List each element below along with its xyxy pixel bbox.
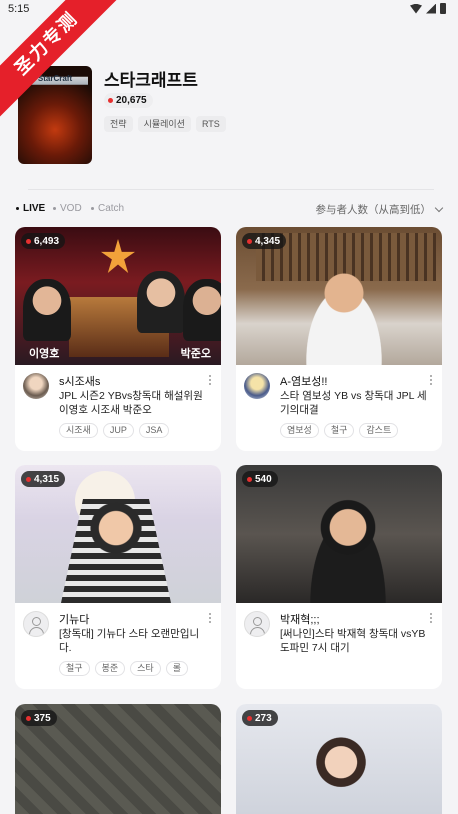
stream-title[interactable]: JPL 시즌2 YBvs창독대 해설위원 이영호 시조새 박준오 — [59, 389, 209, 417]
live-dot-icon — [247, 238, 252, 244]
game-tag[interactable]: 시뮬레이션 — [137, 116, 191, 132]
streamer-figure — [300, 495, 396, 603]
stream-title[interactable]: [써나인]스타 박재혁 창독대 vsYB 도파민 7시 대기 — [280, 627, 430, 655]
status-time: 5:15 — [8, 3, 30, 15]
default-avatar-icon[interactable] — [23, 611, 49, 637]
streamer-name[interactable]: s시조새s — [59, 373, 100, 389]
caster-figure — [137, 271, 185, 333]
sort-dropdown[interactable]: 参与者人数（从高到低） — [315, 202, 444, 217]
tab-dot-icon — [91, 207, 94, 210]
caster-name-right: 박준오 — [180, 348, 211, 360]
signal-icon — [426, 3, 436, 14]
stream-tag[interactable]: 봉준 — [94, 661, 126, 676]
streamer-figure — [296, 269, 392, 365]
live-dot-icon — [247, 715, 252, 721]
tab-live[interactable]: LIVE — [16, 203, 45, 214]
tab-catch[interactable]: Catch — [91, 203, 124, 214]
stream-tag[interactable]: 철구 — [59, 661, 90, 676]
tab-catch-label: Catch — [98, 203, 125, 214]
total-viewers-badge: 20,675 — [104, 93, 153, 108]
game-title: 스타크래프트 — [104, 71, 198, 90]
battery-icon — [440, 3, 446, 14]
stream-tag[interactable]: 감스트 — [359, 423, 399, 438]
caster-figure — [183, 279, 221, 341]
viewer-badge: 375 — [21, 710, 57, 726]
stream-card[interactable]: 4,345 A-염보성!! 스타 염보성 YB vs 창독대 JPL 세기의대결… — [236, 227, 442, 451]
wifi-icon — [410, 3, 422, 14]
sort-label: 参与者人数（从高到低） — [315, 204, 432, 216]
stream-thumbnail[interactable]: 4,315 — [15, 465, 221, 603]
stream-tag[interactable]: 철구 — [323, 423, 355, 438]
stream-card[interactable]: 375 — [15, 704, 221, 814]
stream-tag[interactable]: 스타 — [130, 661, 161, 676]
caster-name-left: 이영호 — [29, 348, 60, 360]
streamer-avatar[interactable] — [244, 373, 270, 399]
status-icons — [410, 3, 446, 14]
star-graphic — [101, 239, 135, 273]
viewer-count: 375 — [34, 712, 51, 724]
viewer-badge: 6,493 — [21, 233, 66, 249]
game-tag[interactable]: 전략 — [104, 116, 133, 132]
viewer-badge: 540 — [242, 471, 278, 487]
more-options-icon[interactable] — [430, 613, 433, 625]
stream-thumbnail[interactable]: 540 — [236, 465, 442, 603]
viewer-count: 4,315 — [34, 473, 60, 485]
stream-card[interactable]: 540 박재혁;;; [써나인]스타 박재혁 창독대 vsYB 도파민 7시 대… — [236, 465, 442, 689]
more-options-icon[interactable] — [209, 613, 212, 625]
game-header: StarCraft 스타크래프트 20,675 전략 시뮬레이션 RTS — [18, 66, 438, 166]
stream-title[interactable]: 스타 염보성 YB vs 창독대 JPL 세기의대결 — [280, 389, 430, 417]
tab-dot-icon — [53, 207, 56, 210]
stream-title[interactable]: [창독대] 기뉴다 스타 오랜만입니다. — [59, 627, 209, 655]
stream-thumbnail[interactable]: 375 — [15, 704, 221, 814]
stream-tag[interactable]: 시조새 — [59, 423, 98, 438]
stream-tag[interactable]: JSA — [138, 423, 170, 438]
stream-tag[interactable]: JUP — [102, 423, 134, 438]
streamer-avatar[interactable] — [23, 373, 49, 399]
streamer-name[interactable]: 박재혁;;; — [280, 611, 320, 627]
viewer-count: 6,493 — [34, 235, 60, 247]
game-tags: 전략 시뮬레이션 RTS — [104, 116, 226, 132]
viewer-badge: 4,345 — [242, 233, 287, 249]
tab-vod-label: VOD — [60, 203, 82, 214]
live-dot-icon — [26, 715, 31, 721]
viewer-count: 540 — [255, 473, 272, 485]
divider — [28, 189, 434, 190]
live-dot-icon — [247, 476, 252, 482]
chevron-down-icon — [434, 203, 444, 212]
live-dot-icon — [108, 98, 113, 103]
stream-thumbnail[interactable]: 4,345 — [236, 227, 442, 365]
viewer-badge: 273 — [242, 710, 278, 726]
stream-card[interactable]: 이영호 박준오 6,493 s시조새s JPL 시즌2 YBvs창독대 해설위원… — [15, 227, 221, 451]
stream-thumbnail[interactable]: 이영호 박준오 6,493 — [15, 227, 221, 365]
live-dot-icon — [26, 238, 31, 244]
viewer-badge: 4,315 — [21, 471, 66, 487]
stream-card[interactable]: 4,315 기뉴다 [창독대] 기뉴다 스타 오랜만입니다. 철구 봉준 스타 … — [15, 465, 221, 689]
tab-live-label: LIVE — [23, 203, 46, 214]
tab-vod[interactable]: VOD — [53, 203, 82, 214]
live-dot-icon — [26, 476, 31, 482]
stream-tag[interactable]: 롤 — [165, 661, 188, 676]
tab-dot-icon — [16, 207, 19, 210]
stream-tags: 시조새 JUP JSA — [59, 423, 170, 438]
viewer-count: 4,345 — [255, 235, 281, 247]
stream-thumbnail[interactable]: 273 — [236, 704, 442, 814]
stream-tag[interactable]: 염보성 — [280, 423, 319, 438]
more-options-icon[interactable] — [209, 375, 212, 387]
game-tag[interactable]: RTS — [195, 116, 226, 132]
streamer-name[interactable]: 기뉴다 — [59, 611, 89, 627]
filter-bar: LIVE VOD Catch 参与者人数（从高到低） — [16, 201, 444, 217]
default-avatar-icon[interactable] — [244, 611, 270, 637]
streamer-name[interactable]: A-염보성!! — [280, 373, 327, 389]
more-options-icon[interactable] — [430, 375, 433, 387]
caster-figure — [23, 279, 71, 341]
total-viewers-count: 20,675 — [116, 95, 147, 106]
stream-card[interactable]: 273 — [236, 704, 442, 814]
viewer-count: 273 — [255, 712, 272, 724]
stream-tags: 염보성 철구 감스트 — [280, 423, 399, 438]
stream-tags: 철구 봉준 스타 롤 — [59, 661, 188, 676]
streamer-figure — [296, 728, 386, 814]
